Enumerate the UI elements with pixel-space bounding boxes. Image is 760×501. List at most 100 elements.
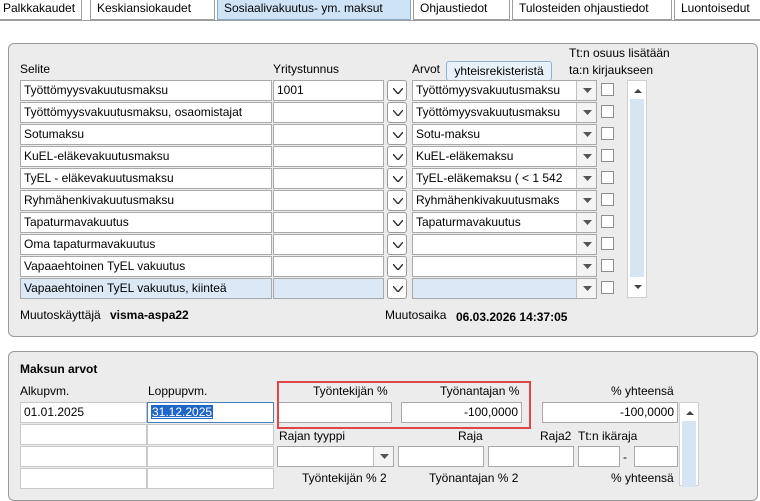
arvo-chevron-down-icon[interactable] (576, 191, 596, 210)
row-arvo-select[interactable]: Ryhmähenkivakuutusmaks (412, 190, 597, 211)
row-arvo-value: Ryhmähenkivakuutusmaks (416, 193, 560, 207)
arvo-chevron-down-icon[interactable] (576, 103, 596, 122)
tab-luontoisedut[interactable]: Luontoisedut (674, 0, 760, 20)
row-arvo-select[interactable]: Sotu-maksu (412, 124, 597, 145)
total-pct-input[interactable]: -100,0000 (542, 402, 678, 423)
row-yritystunnus[interactable] (273, 234, 384, 255)
arvo-chevron-down-icon[interactable] (576, 147, 596, 166)
chevron-down-icon (393, 176, 403, 182)
modtime-value: 06.03.2026 14:37:05 (456, 310, 568, 324)
yritystunnus-dropdown-button[interactable] (387, 278, 407, 299)
alkupvm-cell[interactable]: 01.01.2025 (20, 402, 147, 423)
row-arvo-select[interactable]: KuEL-eläkemaksu (412, 146, 597, 167)
table-scrollbar[interactable] (627, 80, 647, 298)
row-yritystunnus[interactable] (273, 256, 384, 277)
yritystunnus-dropdown-button[interactable] (387, 168, 407, 189)
row-selite[interactable]: Vapaaehtoinen TyEL vakuutus, kiinteä (20, 278, 272, 299)
raja-input[interactable] (398, 446, 484, 467)
arvo-chevron-down-icon[interactable] (576, 279, 596, 298)
row-arvo-select[interactable]: TyEL-eläkemaksu ( < 1 542 (412, 168, 597, 189)
row-arvo-value: Työttömyysvakuutusmaksu (416, 83, 561, 97)
registry-button[interactable]: yhteisrekisteristä (446, 61, 552, 81)
row-arvo-value: Työttömyysvakuutusmaksu (416, 105, 561, 119)
age-min-input[interactable] (578, 446, 620, 467)
row-share-checkbox[interactable] (601, 127, 614, 140)
row-yritystunnus[interactable] (273, 146, 384, 167)
tab-palkkakaudet[interactable]: Palkkakaudet (0, 0, 82, 20)
chevron-down-icon[interactable] (373, 447, 393, 466)
header-arvot: Arvot (412, 62, 441, 76)
yritystunnus-dropdown-button[interactable] (387, 234, 407, 255)
arvo-chevron-down-icon[interactable] (576, 213, 596, 232)
raja2-input[interactable] (488, 446, 574, 467)
row-share-checkbox[interactable] (601, 83, 614, 96)
row-yritystunnus[interactable] (273, 278, 384, 299)
chevron-down-icon (393, 154, 403, 160)
employee-pct2-label: Työntekijän % 2 (302, 471, 387, 485)
yritystunnus-dropdown-button[interactable] (387, 102, 407, 123)
row-arvo-select[interactable]: Tapaturmavakuutus (412, 212, 597, 233)
row-share-checkbox[interactable] (601, 237, 614, 250)
row-yritystunnus[interactable]: 1001 (273, 80, 384, 101)
scroll-down-icon[interactable] (628, 281, 646, 295)
rates-scrollbar[interactable] (679, 402, 699, 487)
age-max-input[interactable] (634, 446, 678, 467)
row-yritystunnus[interactable] (273, 190, 384, 211)
row-share-checkbox[interactable] (601, 193, 614, 206)
loppupvm-cell[interactable]: 31.12.2025 (147, 402, 274, 423)
row-yritystunnus[interactable] (273, 212, 384, 233)
rates-scroll-up-icon[interactable] (680, 405, 698, 419)
total-pct2-label: % yhteensä (611, 471, 674, 485)
yritystunnus-dropdown-button[interactable] (387, 80, 407, 101)
row-share-checkbox[interactable] (601, 105, 614, 118)
rates-scroll-track[interactable] (682, 421, 696, 487)
row-selite[interactable]: Ryhmähenkivakuutusmaksu (20, 190, 272, 211)
tab-ohjaustiedot[interactable]: Ohjaustiedot (413, 0, 510, 20)
row-share-checkbox[interactable] (601, 281, 614, 294)
row-selite[interactable]: TyEL - eläkevakuutusmaksu (20, 168, 272, 189)
alkupvm-cell-empty[interactable] (20, 424, 147, 445)
loppupvm-cell-empty[interactable] (147, 424, 274, 445)
tab-keskiansiokaudet[interactable]: Keskiansiokaudet (90, 0, 215, 20)
row-selite[interactable]: Tapaturmavakuutus (20, 212, 272, 233)
chevron-down-icon (393, 88, 403, 94)
modifier-label: Muutoskäyttäjä (20, 308, 101, 322)
tab-sosiaalivakuutus[interactable]: Sosiaalivakuutus- ym. maksut (217, 0, 411, 20)
loppupvm-cell-empty-2[interactable] (147, 446, 274, 467)
row-arvo-select[interactable]: Työttömyysvakuutusmaksu (412, 102, 597, 123)
rajan-tyyppi-select[interactable] (277, 446, 394, 467)
row-yritystunnus[interactable] (273, 168, 384, 189)
row-arvo-select[interactable] (412, 278, 597, 299)
arvo-chevron-down-icon[interactable] (576, 81, 596, 100)
row-share-checkbox[interactable] (601, 259, 614, 272)
scroll-up-icon[interactable] (628, 83, 646, 97)
row-selite[interactable]: Työttömyysvakuutusmaksu, osaomistajat (20, 102, 272, 123)
row-selite[interactable]: Työttömyysvakuutusmaksu (20, 80, 272, 101)
row-yritystunnus[interactable] (273, 124, 384, 145)
yritystunnus-dropdown-button[interactable] (387, 146, 407, 167)
row-selite[interactable]: Oma tapaturmavakuutus (20, 234, 272, 255)
row-selite[interactable]: Vapaaehtoinen TyEL vakuutus (20, 256, 272, 277)
alkupvm-cell-empty-2[interactable] (20, 446, 147, 467)
arvo-chevron-down-icon[interactable] (576, 235, 596, 254)
yritystunnus-dropdown-button[interactable] (387, 256, 407, 277)
scroll-track[interactable] (630, 99, 644, 277)
tab-tulosteiden-ohjaustiedot[interactable]: Tulosteiden ohjaustiedot (512, 0, 672, 20)
row-share-checkbox[interactable] (601, 149, 614, 162)
row-arvo-select[interactable]: Työttömyysvakuutusmaksu (412, 80, 597, 101)
arvo-chevron-down-icon[interactable] (576, 125, 596, 144)
row-arvo-select[interactable] (412, 256, 597, 277)
row-yritystunnus[interactable] (273, 102, 384, 123)
yritystunnus-dropdown-button[interactable] (387, 190, 407, 211)
row-share-checkbox[interactable] (601, 171, 614, 184)
yritystunnus-dropdown-button[interactable] (387, 212, 407, 233)
row-arvo-select[interactable] (412, 234, 597, 255)
yritystunnus-dropdown-button[interactable] (387, 124, 407, 145)
chevron-down-icon (393, 242, 403, 248)
row-share-checkbox[interactable] (601, 215, 614, 228)
arvo-chevron-down-icon[interactable] (576, 257, 596, 276)
row-selite[interactable]: KuEL-eläkevakuutusmaksu (20, 146, 272, 167)
loppupvm-value: 31.12.2025 (151, 405, 214, 419)
row-selite[interactable]: Sotumaksu (20, 124, 272, 145)
arvo-chevron-down-icon[interactable] (576, 169, 596, 188)
